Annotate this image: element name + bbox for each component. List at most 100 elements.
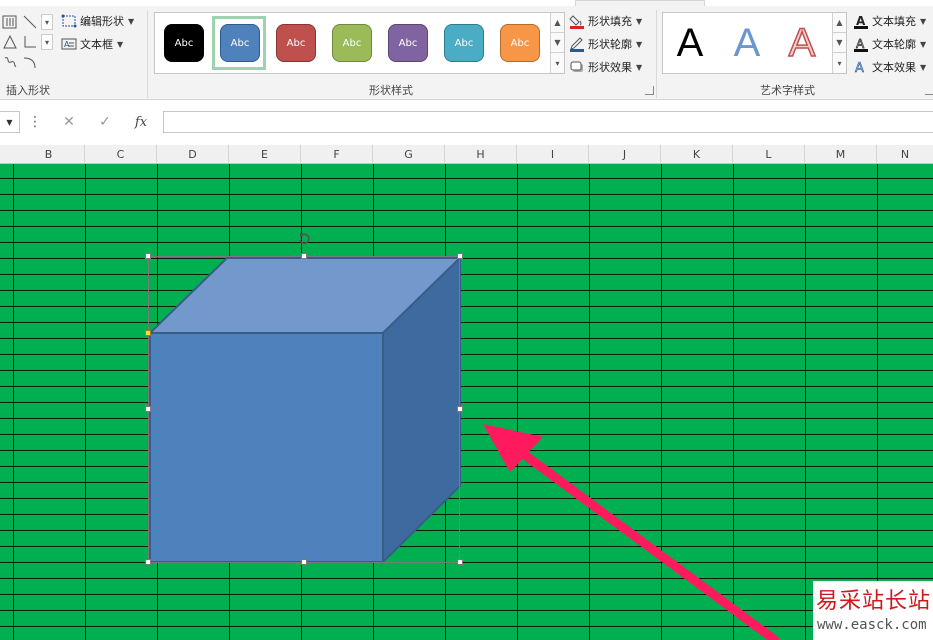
scroll-down-icon[interactable]: ▾ bbox=[41, 14, 53, 30]
edit-shape-label: 编辑形状 bbox=[80, 15, 124, 28]
shape-effects-button[interactable]: 形状效果 ▼ bbox=[569, 58, 642, 76]
wordart-preset-blue[interactable]: A bbox=[725, 19, 769, 67]
adjust-handle[interactable] bbox=[145, 330, 151, 336]
active-tab-edge[interactable] bbox=[575, 0, 705, 6]
resize-handle-nw[interactable] bbox=[145, 253, 151, 259]
column-header[interactable]: H bbox=[445, 145, 517, 163]
selection-box bbox=[148, 256, 460, 563]
svg-text:A: A bbox=[855, 61, 864, 75]
shape-style-preset-green[interactable]: Abc bbox=[332, 24, 372, 62]
cancel-icon[interactable]: ✕ bbox=[58, 112, 80, 132]
watermark-url: www.easck.com bbox=[817, 617, 927, 633]
freeform-icon[interactable] bbox=[2, 54, 18, 70]
edit-shape-icon bbox=[61, 13, 77, 29]
column-header[interactable]: M bbox=[805, 145, 877, 163]
shape-effects-label: 形状效果 bbox=[588, 61, 632, 74]
ribbon: ▾ ▾ 编辑形状 ▼ A 文本框 ▼ 插入形状 Abc Abc Abc Abc … bbox=[0, 0, 933, 100]
shape-style-preset-orange[interactable]: Abc bbox=[500, 24, 540, 62]
shape-style-preset-purple[interactable]: Abc bbox=[388, 24, 428, 62]
insert-shapes-group-label: 插入形状 bbox=[6, 84, 50, 97]
text-box-button[interactable]: A 文本框 ▼ bbox=[61, 35, 123, 53]
column-header[interactable]: I bbox=[517, 145, 589, 163]
shape-style-preset-black[interactable]: Abc bbox=[164, 24, 204, 62]
shape-fill-button[interactable]: 形状填充 ▼ bbox=[569, 12, 642, 30]
enter-icon[interactable]: ✓ bbox=[94, 112, 116, 132]
shape-styles-group-label: 形状样式 bbox=[369, 84, 413, 97]
text-fill-button[interactable]: A 文本填充 ▼ bbox=[853, 12, 926, 30]
column-header-row: B C D E F G H I J K L M N bbox=[0, 145, 933, 164]
svg-text:A: A bbox=[64, 40, 70, 49]
shape-outline-label: 形状轮廓 bbox=[588, 38, 632, 51]
svg-text:A: A bbox=[856, 37, 865, 51]
triangle-icon[interactable] bbox=[2, 34, 18, 50]
shape-style-preset-blue[interactable]: Abc bbox=[220, 24, 260, 62]
insert-function-icon[interactable]: fx bbox=[130, 112, 152, 132]
resize-handle-se[interactable] bbox=[457, 559, 463, 565]
column-header[interactable]: K bbox=[661, 145, 733, 163]
textbox-vertical-icon[interactable] bbox=[2, 14, 18, 30]
text-effects-label: 文本效果 bbox=[872, 61, 916, 74]
shape-fill-label: 形状填充 bbox=[588, 15, 632, 28]
column-header[interactable]: N bbox=[877, 145, 933, 163]
gallery-scroll-down-icon[interactable]: ▼ bbox=[550, 33, 564, 53]
text-box-label: 文本框 bbox=[80, 38, 113, 51]
shape-effects-icon bbox=[569, 59, 585, 75]
chevron-down-icon: ▼ bbox=[920, 16, 927, 26]
gallery-scroll-down-icon[interactable]: ▼ bbox=[832, 33, 846, 53]
scroll-more-icon[interactable]: ▾ bbox=[41, 34, 53, 50]
column-header[interactable]: J bbox=[589, 145, 661, 163]
text-effects-button[interactable]: A 文本效果 ▼ bbox=[853, 58, 926, 77]
text-outline-icon: A bbox=[853, 36, 869, 52]
wordart-preset-black[interactable]: A bbox=[668, 19, 712, 67]
watermark-title: 易采站长站 bbox=[816, 589, 932, 614]
watermark: 易采站长站 www.easck.com bbox=[813, 581, 933, 640]
text-fill-icon: A bbox=[853, 13, 869, 29]
elbow-connector-icon[interactable] bbox=[22, 34, 38, 50]
svg-text:A: A bbox=[856, 14, 866, 28]
annotation-arrow bbox=[483, 424, 780, 640]
chevron-down-icon: ▼ bbox=[636, 62, 643, 72]
column-header[interactable]: C bbox=[85, 145, 157, 163]
resize-handle-n[interactable] bbox=[301, 253, 307, 259]
shape-outline-button[interactable]: 形状轮廓 ▼ bbox=[569, 35, 642, 53]
shape-style-preset-red[interactable]: Abc bbox=[276, 24, 316, 62]
rotate-handle-icon[interactable] bbox=[297, 232, 311, 246]
chevron-down-icon: ▼ bbox=[117, 39, 124, 49]
gallery-more-icon[interactable]: ▾ bbox=[550, 53, 564, 73]
resize-handle-s[interactable] bbox=[301, 559, 307, 565]
column-header[interactable]: F bbox=[301, 145, 373, 163]
column-header[interactable]: G bbox=[373, 145, 445, 163]
dialog-launcher-icon[interactable] bbox=[925, 86, 933, 95]
resize-handle-ne[interactable] bbox=[457, 253, 463, 259]
column-header[interactable]: D bbox=[157, 145, 229, 163]
column-header[interactable]: B bbox=[13, 145, 85, 163]
pen-outline-icon bbox=[569, 36, 585, 52]
resize-handle-w[interactable] bbox=[145, 406, 151, 412]
chevron-down-icon: ▼ bbox=[920, 39, 927, 49]
line-icon[interactable] bbox=[22, 14, 38, 30]
group-divider bbox=[147, 10, 148, 98]
gallery-scroll-up-icon[interactable]: ▲ bbox=[550, 13, 564, 33]
shape-styles-gallery: Abc Abc Abc Abc Abc Abc Abc ▲ ▼ ▾ bbox=[154, 12, 565, 74]
column-header[interactable]: L bbox=[733, 145, 805, 163]
dialog-launcher-icon[interactable] bbox=[645, 86, 654, 95]
resize-handle-e[interactable] bbox=[457, 406, 463, 412]
name-box-dropdown-icon[interactable]: ▼ bbox=[0, 111, 20, 133]
text-outline-button[interactable]: A 文本轮廓 ▼ bbox=[853, 35, 926, 53]
text-fill-label: 文本填充 bbox=[872, 15, 916, 28]
text-box-icon: A bbox=[61, 36, 77, 52]
gallery-scroll-up-icon[interactable]: ▲ bbox=[832, 13, 846, 33]
column-header[interactable]: E bbox=[229, 145, 301, 163]
gallery-more-icon[interactable]: ▾ bbox=[832, 53, 846, 73]
edit-shape-button[interactable]: 编辑形状 ▼ bbox=[61, 12, 134, 30]
chevron-down-icon: ▼ bbox=[636, 39, 643, 49]
paint-bucket-icon bbox=[569, 13, 585, 29]
arc-icon[interactable] bbox=[22, 54, 38, 70]
tab-strip bbox=[0, 0, 933, 6]
wordart-styles-gallery: A A A ▲ ▼ ▾ bbox=[662, 12, 847, 74]
wordart-preset-red-outline[interactable]: A bbox=[780, 19, 824, 67]
shape-style-preset-aqua[interactable]: Abc bbox=[444, 24, 484, 62]
text-effects-icon: A bbox=[853, 59, 869, 77]
formula-input[interactable] bbox=[163, 111, 933, 133]
resize-handle-sw[interactable] bbox=[145, 559, 151, 565]
